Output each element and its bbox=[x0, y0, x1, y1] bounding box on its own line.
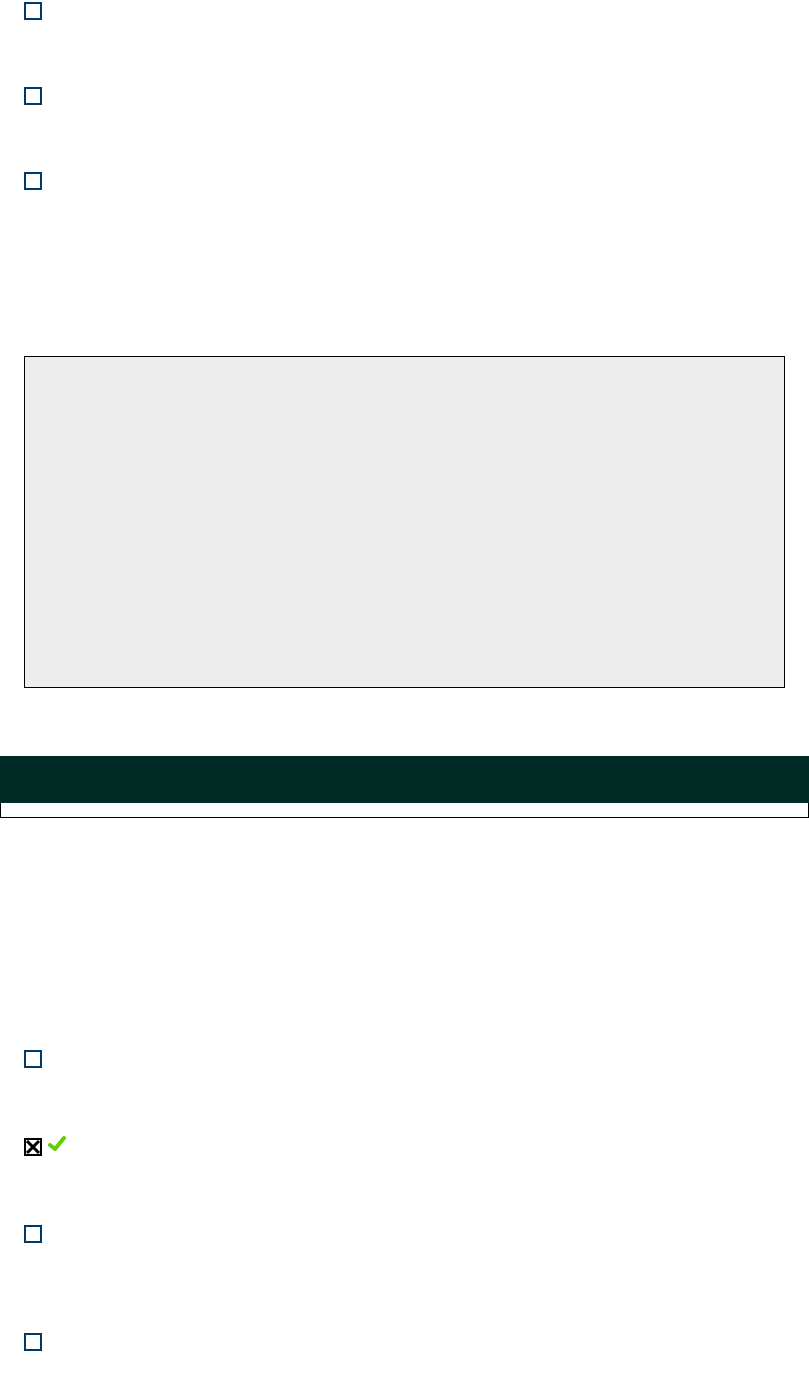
group1-row-1 bbox=[0, 2, 809, 20]
checkbox-unchecked[interactable] bbox=[24, 172, 42, 190]
group2-row-1 bbox=[0, 1050, 809, 1068]
checkbox-checked[interactable] bbox=[24, 1138, 42, 1156]
group2-row-2 bbox=[0, 1135, 809, 1158]
section-header-bar bbox=[0, 756, 809, 803]
answer-textarea[interactable] bbox=[24, 356, 785, 688]
checkbox-unchecked[interactable] bbox=[24, 1050, 42, 1068]
group1-row-2 bbox=[0, 87, 809, 105]
group2-row-4 bbox=[0, 1333, 809, 1351]
group2-row-3 bbox=[0, 1225, 809, 1243]
section-header bbox=[0, 756, 809, 818]
section-header-underline bbox=[0, 803, 809, 818]
checkbox-unchecked[interactable] bbox=[24, 1225, 42, 1243]
checkbox-unchecked[interactable] bbox=[24, 87, 42, 105]
checkbox-unchecked[interactable] bbox=[24, 2, 42, 20]
group1-row-3 bbox=[0, 172, 809, 190]
checkbox-unchecked[interactable] bbox=[24, 1333, 42, 1351]
x-mark-icon bbox=[26, 1140, 40, 1154]
correct-answer-icon bbox=[48, 1135, 66, 1158]
page bbox=[0, 2, 809, 1351]
